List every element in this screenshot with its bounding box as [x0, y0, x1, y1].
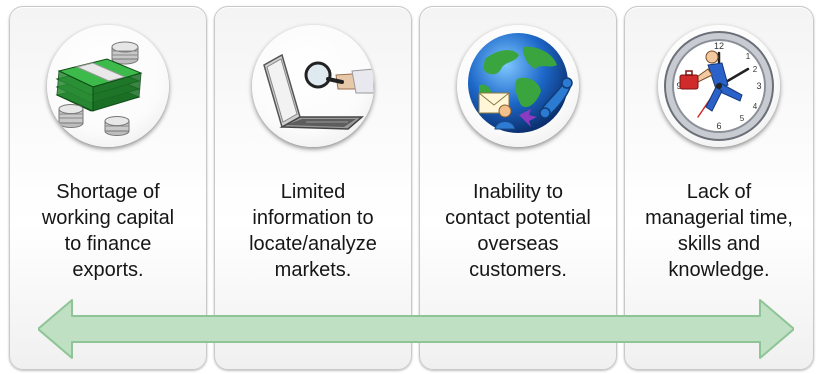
svg-text:6: 6 [716, 121, 721, 131]
barriers-diagram: Shortage of working capital to finance e… [0, 0, 819, 374]
svg-text:1: 1 [746, 52, 751, 61]
laptop-magnifier-icon [252, 25, 374, 147]
barrier-caption: Lack of managerial time, skills and know… [645, 181, 793, 281]
svg-text:3: 3 [756, 81, 761, 91]
svg-text:2: 2 [753, 65, 758, 74]
svg-text:12: 12 [714, 41, 724, 51]
barrier-caption: Shortage of working capital to finance e… [41, 181, 175, 281]
double-headed-arrow-icon [38, 299, 794, 359]
clock-runner-icon: 12 3 6 9 1 2 4 5 [658, 25, 780, 147]
svg-text:5: 5 [740, 114, 745, 123]
money-stack-icon [47, 25, 169, 147]
barrier-caption: Limited information to locate/analyze ma… [249, 181, 377, 281]
svg-text:4: 4 [753, 102, 758, 111]
globe-contact-icon [457, 25, 579, 147]
barrier-caption: Inability to contact potential overseas … [445, 181, 591, 281]
